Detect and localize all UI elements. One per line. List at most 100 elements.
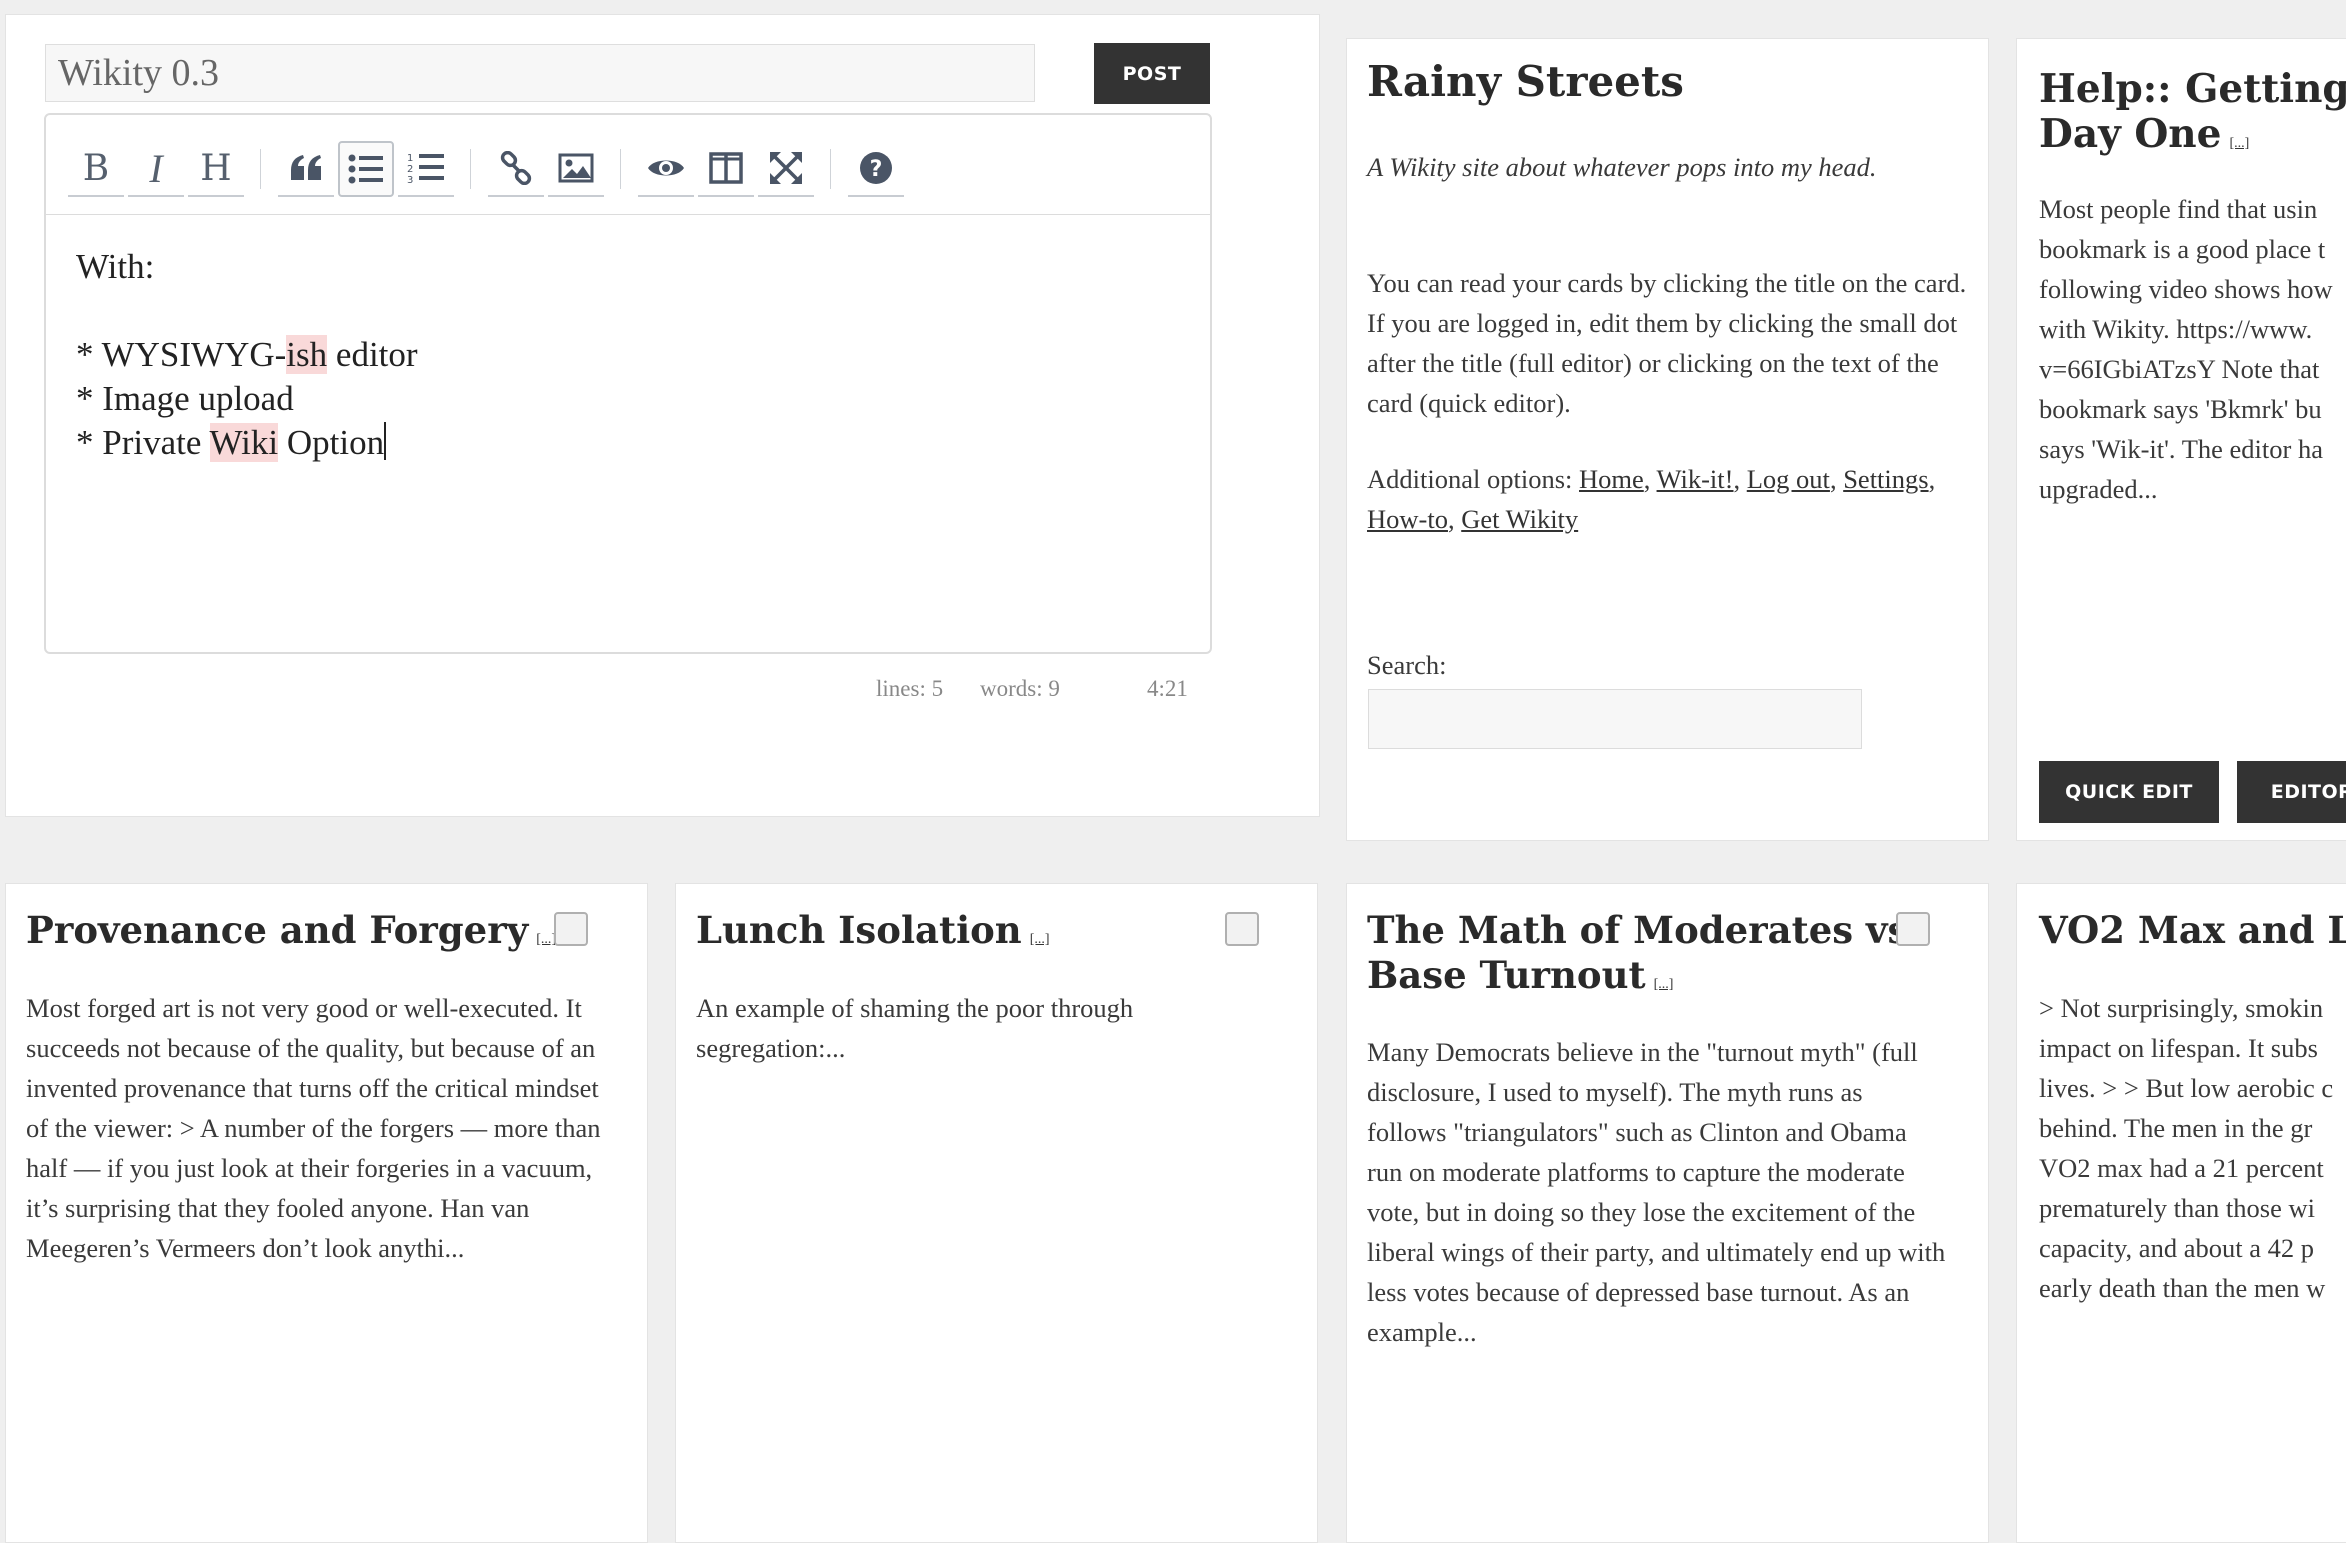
link-get-wikity[interactable]: Get Wikity xyxy=(1461,504,1578,534)
card-title[interactable]: Provenance and Forgery [...] xyxy=(26,908,556,962)
card-body[interactable]: An example of shaming the poor through s… xyxy=(696,988,1236,1068)
editor-line: * WYSIWYG-ish editor xyxy=(76,333,418,377)
help-body-line: upgraded... xyxy=(2039,474,2158,504)
search-label: Search: xyxy=(1367,650,1447,680)
card-lunch-isolation: Lunch Isolation [...] An example of shami… xyxy=(675,883,1318,1543)
help-body-line: v=66IGbiATzsY Note that xyxy=(2039,354,2320,384)
card-vo2-max: VO2 Max and Life > Not surprisingly, smo… xyxy=(2016,883,2346,1543)
help-body-line: bookmark says 'Bkmrk' bu xyxy=(2039,394,2322,424)
svg-text:1: 1 xyxy=(407,153,413,164)
editor-status-lines: lines: 5 xyxy=(876,676,944,701)
toolbar-separator xyxy=(830,149,831,189)
link-icon[interactable] xyxy=(488,141,544,197)
editor-button[interactable]: EDITOR xyxy=(2237,761,2346,823)
search-input[interactable] xyxy=(1368,689,1862,749)
edit-dot-link[interactable]: [...] xyxy=(1654,977,1674,992)
title-input[interactable]: Wikity 0.3 xyxy=(45,44,1035,102)
card-title[interactable]: The Math of Moderates vs. Base Turnout [.… xyxy=(1367,908,1921,1007)
help-body-line: following video shows how xyxy=(2039,274,2333,304)
card-select-checkbox[interactable] xyxy=(554,912,588,946)
link-home[interactable]: Home xyxy=(1579,464,1644,494)
editor-text-span: * WYSIWYG- xyxy=(76,335,287,374)
image-icon[interactable] xyxy=(548,141,604,197)
card-title-text: Base Turnout xyxy=(1367,953,1646,997)
card-body[interactable]: > Not surprisingly, smokin impact on lif… xyxy=(2039,988,2333,1308)
quote-icon[interactable] xyxy=(278,141,334,197)
help-card-body[interactable]: Most people find that usin bookmark is a… xyxy=(2039,189,2333,509)
markdown-editor[interactable]: B I H 123 ? With: * WYSIWYG-ish editor *… xyxy=(44,113,1212,654)
card-title-text: Lunch Isolation xyxy=(696,908,1022,952)
bold-glyph: B xyxy=(82,147,110,189)
card-body-line: lives. > > But low aerobic c xyxy=(2039,1073,2334,1103)
italic-icon[interactable]: I xyxy=(128,141,184,197)
card-body-line: VO2 max had a 21 percent xyxy=(2039,1153,2324,1183)
post-button[interactable]: POST xyxy=(1094,43,1210,104)
help-body-line: with Wikity. https://www. xyxy=(2039,314,2313,344)
side-by-side-icon[interactable] xyxy=(698,141,754,197)
site-info-card: Rainy Streets A Wikity site about whatev… xyxy=(1346,38,1989,841)
toolbar-separator xyxy=(620,149,621,189)
options-label: Additional options: xyxy=(1367,464,1573,494)
card-title-line: Base Turnout [...] xyxy=(1367,953,1921,1007)
card-body-line: impact on lifespan. It subs xyxy=(2039,1033,2318,1063)
help-title-line: Help:: Getting St xyxy=(2039,66,2346,112)
unordered-list-icon[interactable] xyxy=(338,141,394,197)
editor-line: * Image upload xyxy=(76,379,294,418)
site-title[interactable]: Rainy Streets xyxy=(1367,59,1684,104)
spellcheck-highlight: Wiki xyxy=(209,423,279,462)
link-settings[interactable]: Settings xyxy=(1843,464,1928,494)
heading-icon[interactable]: H xyxy=(188,141,244,197)
card-select-checkbox[interactable] xyxy=(1225,912,1259,946)
card-math-of-moderates: The Math of Moderates vs. Base Turnout [.… xyxy=(1346,883,1989,1543)
help-title-text: Day One xyxy=(2039,111,2222,157)
help-card-title[interactable]: Help:: Getting St Day One[...] xyxy=(2039,67,2346,166)
editor-status-cursor: 4:21 xyxy=(1147,676,1188,701)
card-title-line: The Math of Moderates vs. xyxy=(1367,908,1922,952)
ordered-list-icon[interactable]: 123 xyxy=(398,141,454,197)
svg-text:3: 3 xyxy=(407,175,413,185)
card-title[interactable]: Lunch Isolation [...] xyxy=(696,908,1050,962)
toolbar-separator xyxy=(260,149,261,189)
card-body[interactable]: Many Democrats believe in the "turnout m… xyxy=(1367,1032,1947,1352)
svg-text:2: 2 xyxy=(407,164,413,175)
editor-text-span: * Private xyxy=(76,423,210,462)
editor-text-span: Option xyxy=(278,423,385,462)
editor-content[interactable]: With: * WYSIWYG-ish editor * Image upload… xyxy=(76,245,418,465)
card-body-line: early death than the men w xyxy=(2039,1273,2326,1303)
help-icon[interactable]: ? xyxy=(848,141,904,197)
link-how-to[interactable]: How-to xyxy=(1367,504,1448,534)
card-select-checkbox[interactable] xyxy=(1896,912,1930,946)
edit-dot-link[interactable]: [...] xyxy=(2229,136,2249,151)
card-provenance: Provenance and Forgery [...] Most forged … xyxy=(5,883,648,1543)
italic-glyph: I xyxy=(149,145,163,191)
text-caret xyxy=(384,422,387,460)
card-body-line: capacity, and about a 42 p xyxy=(2039,1233,2314,1263)
editor-text-span: editor xyxy=(327,335,418,374)
card-body-line: > Not surprisingly, smokin xyxy=(2039,993,2324,1023)
edit-dot-link[interactable]: [...] xyxy=(1030,932,1050,947)
editor-line: With: xyxy=(76,247,155,286)
svg-text:?: ? xyxy=(870,157,883,182)
bold-icon[interactable]: B xyxy=(68,141,124,197)
card-title[interactable]: VO2 Max and Life xyxy=(2039,908,2346,953)
editor-toolbar: B I H 123 ? xyxy=(46,115,1210,215)
link-wik-it[interactable]: Wik-it! xyxy=(1657,464,1734,494)
help-body-line: says 'Wik-it'. The editor ha xyxy=(2039,434,2323,464)
help-card: Help:: Getting St Day One[...] Most peop… xyxy=(2016,38,2346,841)
fullscreen-icon[interactable] xyxy=(758,141,814,197)
card-body[interactable]: Most forged art is not very good or well… xyxy=(26,988,606,1268)
editor-status-words: words: 9 xyxy=(980,676,1060,701)
site-intro: You can read your cards by clicking the … xyxy=(1367,268,1967,418)
quick-edit-button[interactable]: QUICK EDIT xyxy=(2039,761,2219,823)
link-log-out[interactable]: Log out xyxy=(1747,464,1830,494)
preview-icon[interactable] xyxy=(638,141,694,197)
heading-glyph: H xyxy=(200,147,232,189)
help-title-line: Day One [...] xyxy=(2039,112,2346,166)
help-body-line: Most people find that usin xyxy=(2039,194,2318,224)
toolbar-separator xyxy=(470,149,471,189)
site-tagline: A Wikity site about whatever pops into m… xyxy=(1367,152,1877,182)
card-title-text: Provenance and Forgery xyxy=(26,908,529,952)
card-body-line: prematurely than those wi xyxy=(2039,1193,2315,1223)
editor-line: * Private Wiki Option xyxy=(76,421,418,465)
